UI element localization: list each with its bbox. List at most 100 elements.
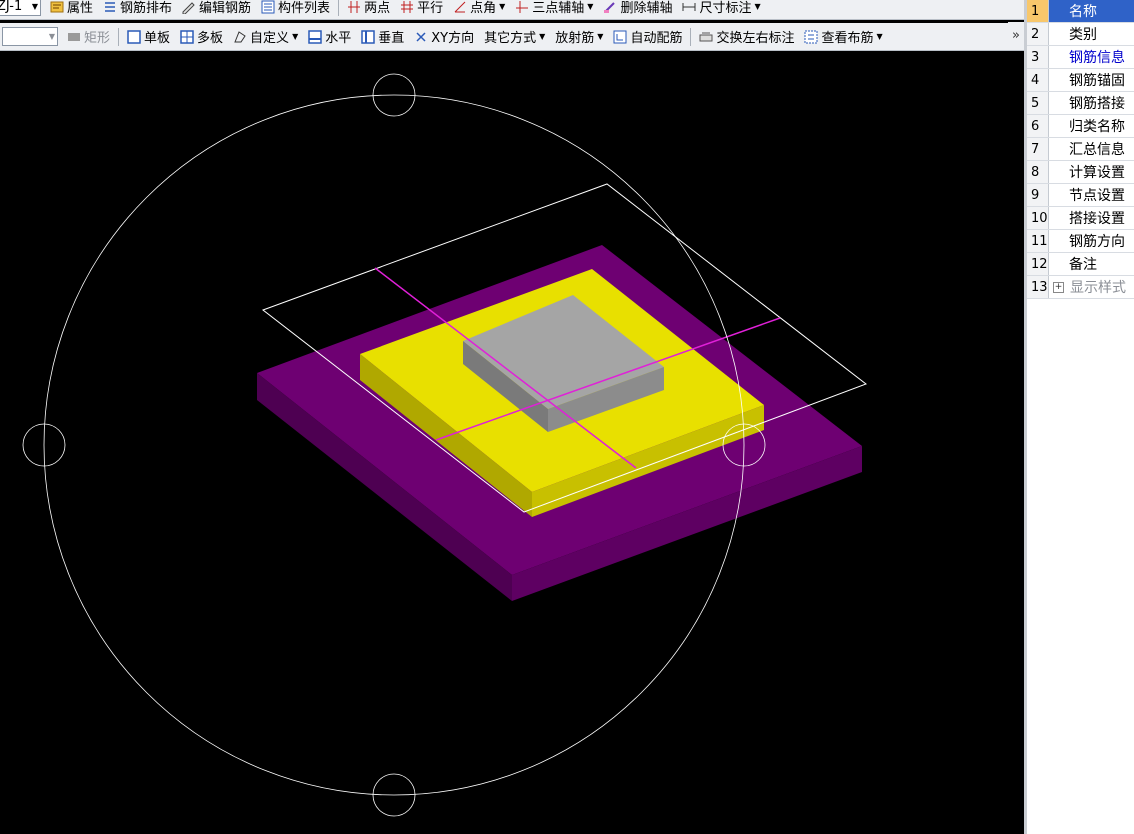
chevron-down-icon: ▼ [539,32,546,41]
chevron-down-icon: ▼ [499,2,506,11]
auto-rebar-icon [613,30,627,43]
edit-rebar-label: 编辑钢筋 [199,1,252,16]
row-number: 7 [1027,138,1049,160]
swap-labels-icon [699,32,713,41]
chevron-down-icon: ▼ [876,32,883,41]
rectangle-button[interactable]: 矩形 [62,23,115,50]
component-select-value: ZJ-1 [0,0,23,14]
property-label: 钢筋方向 [1069,234,1125,250]
property-label: 钢筋锚固 [1069,73,1125,89]
property-label: 备注 [1069,257,1097,273]
row-number: 11 [1027,230,1049,252]
property-row-rebar-anchor[interactable]: 4 钢筋锚固 [1027,69,1134,92]
component-list-button[interactable]: 构件列表 [256,0,335,19]
view-rebar-label: 查看布筋 [821,31,874,46]
rebar-layout-icon [105,1,116,12]
layer-select[interactable]: ▼ [2,27,58,46]
custom-button[interactable]: 自定义 ▼ [228,23,303,50]
3d-view-canvas[interactable] [0,51,1024,834]
property-label: 计算设置 [1069,165,1125,181]
property-row-name[interactable]: 1 名称 [1027,0,1134,23]
vertical-icon [361,29,375,44]
multi-slab-button[interactable]: 多板 [175,23,228,50]
parallel-label: 平行 [417,1,444,16]
property-label: 归类名称 [1069,119,1125,135]
single-slab-button[interactable]: 单板 [122,23,175,50]
parallel-icon [401,0,414,13]
delete-axis-button[interactable]: 删除辅轴 [598,0,677,19]
view-rebar-icon [804,30,818,43]
custom-icon [234,30,246,42]
property-row-summary-info[interactable]: 7 汇总信息 [1027,138,1134,161]
single-slab-icon [127,29,141,44]
multi-slab-icon [180,29,194,44]
point-angle-button[interactable]: 点角 ▼ [448,0,510,19]
properties-label: 属性 [67,1,94,16]
property-label: 搭接设置 [1069,211,1125,227]
three-point-axis-label: 三点辅轴 [532,1,585,16]
edit-rebar-button[interactable]: 编辑钢筋 [177,0,256,19]
main-toolbar: ZJ-1 ▼ 属性 钢筋排布 编辑钢筋 构件列表 两点 平行 点角 ▼ 三点辅轴… [0,0,1024,20]
xy-direction-button[interactable]: XY方向 [409,23,479,50]
vertical-button[interactable]: 垂直 [356,23,409,50]
two-point-button[interactable]: 两点 [342,0,395,19]
property-row-display-style[interactable]: 13 + 显示样式 [1027,276,1134,299]
horizontal-label: 水平 [325,31,352,46]
property-row-remarks[interactable]: 12 备注 [1027,253,1134,276]
toolbar-separator [118,27,120,46]
rectangle-label: 矩形 [84,31,111,46]
other-methods-label: 其它方式 [484,31,537,46]
auto-rebar-label: 自动配筋 [630,31,683,46]
delete-axis-icon [604,1,616,13]
vertical-label: 垂直 [378,31,405,46]
toolbar-overflow-button[interactable]: » [1008,22,1024,48]
chevron-down-icon: ▼ [597,32,604,41]
auto-rebar-button[interactable]: 自动配筋 [608,23,687,50]
expand-icon[interactable]: + [1053,281,1064,293]
horizontal-button[interactable]: 水平 [303,23,356,50]
property-row-rebar-lap[interactable]: 5 钢筋搭接 [1027,92,1134,115]
properties-icon [50,1,64,12]
rebar-layout-label: 钢筋排布 [120,1,173,16]
rebar-layout-button[interactable]: 钢筋排布 [98,0,177,19]
row-number: 8 [1027,161,1049,183]
property-label: 名称 [1049,0,1134,22]
point-angle-label: 点角 [470,1,497,16]
point-angle-icon [454,1,466,12]
multi-slab-label: 多板 [197,31,224,46]
row-number: 5 [1027,92,1049,114]
parallel-button[interactable]: 平行 [395,0,448,19]
property-row-lap-settings[interactable]: 10 搭接设置 [1027,207,1134,230]
component-select[interactable]: ZJ-1 ▼ [0,0,41,16]
edit-rebar-icon [182,1,195,14]
swap-labels-button[interactable]: 交换左右标注 [694,23,799,50]
properties-button[interactable]: 属性 [45,0,98,19]
dimension-icon [682,2,696,11]
row-number: 6 [1027,115,1049,137]
rectangle-icon [68,32,80,41]
property-row-category[interactable]: 2 类别 [1027,23,1134,46]
property-row-group-name[interactable]: 6 归类名称 [1027,115,1134,138]
property-label: 钢筋信息 [1069,50,1125,66]
property-row-rebar-info[interactable]: 3 钢筋信息 [1027,46,1134,69]
view-rebar-button[interactable]: 查看布筋 ▼ [799,23,887,50]
horizontal-icon [308,29,322,44]
two-point-label: 两点 [364,1,391,16]
property-label: 钢筋搭接 [1069,96,1125,112]
xy-direction-icon [416,31,426,42]
dimension-label: 尺寸标注 [699,1,752,16]
toolbar-separator [690,27,692,46]
three-point-axis-button[interactable]: 三点辅轴 ▼ [510,0,598,19]
dimension-button[interactable]: 尺寸标注 ▼ [677,0,765,19]
other-methods-button[interactable]: 其它方式 ▼ [479,23,550,50]
property-row-rebar-direction[interactable]: 11 钢筋方向 [1027,230,1134,253]
drawing-toolbar: ▼ 矩形 单板 多板 自定义 ▼ 水平 垂直 XY方向 其它方式 ▼ 放射筋 ▼… [0,23,1024,51]
property-row-node-settings[interactable]: 9 节点设置 [1027,184,1134,207]
chevron-down-icon: ▼ [48,32,55,41]
property-label: 节点设置 [1069,188,1125,204]
chevron-down-icon: ▼ [587,2,594,11]
chevron-down-icon: ▼ [754,2,761,11]
radial-rebar-button[interactable]: 放射筋 ▼ [550,23,608,50]
delete-axis-label: 删除辅轴 [620,1,673,16]
property-row-calc-settings[interactable]: 8 计算设置 [1027,161,1134,184]
